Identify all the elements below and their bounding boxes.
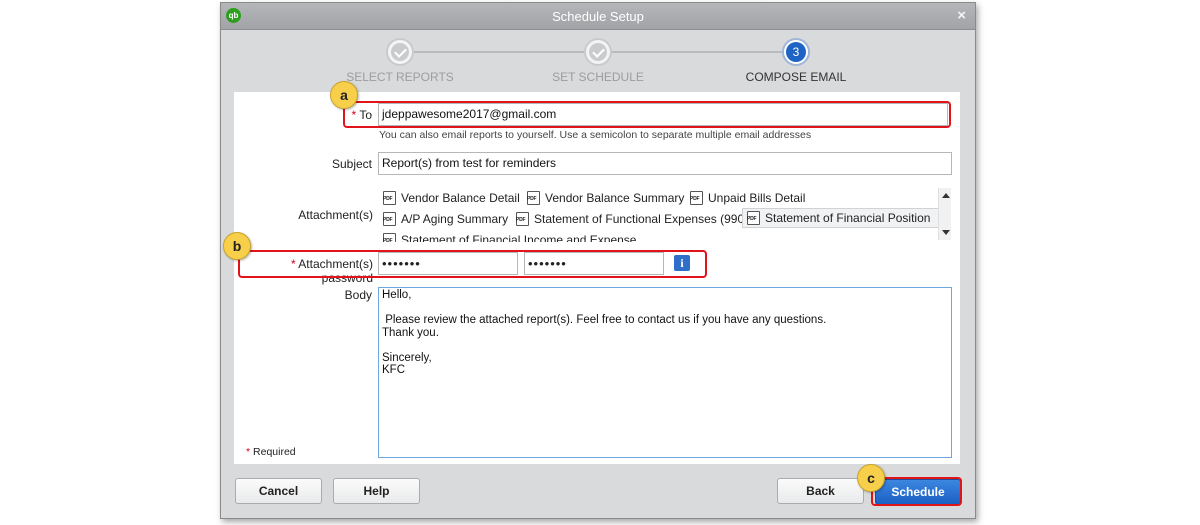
attachments-scrollbar[interactable]: [938, 188, 951, 240]
checkmark-icon: [391, 43, 409, 61]
title-bar: qb Schedule Setup ×: [221, 3, 975, 30]
attachment-item[interactable]: Statement of Financial Income and Expens…: [383, 233, 636, 242]
step-number: 3: [786, 42, 806, 62]
callout-badge-c: c: [857, 464, 885, 492]
step-3-indicator: 3: [782, 38, 810, 66]
attachment-item[interactable]: Vendor Balance Detail: [383, 191, 520, 205]
step-connector: [414, 51, 584, 53]
help-button[interactable]: Help: [333, 478, 420, 504]
pdf-icon: [383, 212, 396, 226]
subject-label: Subject: [331, 157, 372, 171]
callout-badge-a: a: [330, 81, 358, 109]
body-label: Body: [344, 288, 372, 302]
window-title: Schedule Setup: [552, 9, 644, 24]
pdf-icon: [516, 212, 529, 226]
attachments-label: Attachment(s): [298, 208, 373, 222]
to-hint-text: You can also email reports to yourself. …: [379, 129, 812, 141]
step-2-indicator: [584, 38, 612, 66]
close-icon[interactable]: ×: [957, 7, 966, 24]
pdf-icon: [383, 233, 396, 242]
attachment-item[interactable]: Unpaid Bills Detail: [690, 191, 805, 205]
cancel-button[interactable]: Cancel: [235, 478, 322, 504]
callout-highlight-b: [238, 250, 707, 278]
pdf-icon: [527, 191, 540, 205]
step-label-compose-email: COMPOSE EMAIL: [745, 70, 847, 84]
step-1-indicator: [386, 38, 414, 66]
step-connector: [612, 51, 782, 53]
back-button[interactable]: Back: [777, 478, 864, 504]
attachment-item[interactable]: A/P Aging Summary: [383, 212, 508, 226]
scroll-down-arrow-icon[interactable]: [942, 230, 950, 235]
subject-input[interactable]: Report(s) from test for reminders: [378, 152, 952, 175]
scroll-up-arrow-icon[interactable]: [942, 193, 950, 198]
attachment-item[interactable]: Vendor Balance Summary: [527, 191, 684, 205]
attachment-item[interactable]: Statement of Functional Expenses (990): [516, 212, 748, 226]
callout-highlight-a: [343, 101, 951, 128]
callout-badge-b: b: [223, 232, 251, 260]
checkmark-icon: [589, 43, 607, 61]
pdf-icon: [747, 211, 760, 225]
attachments-list[interactable]: Vendor Balance Detail Vendor Balance Sum…: [378, 186, 952, 242]
pdf-icon: [383, 191, 396, 205]
step-label-set-schedule: SET SCHEDULE: [552, 70, 644, 84]
required-note: * Required: [246, 446, 296, 458]
email-body-textarea[interactable]: Hello, Please review the attached report…: [378, 287, 952, 458]
attachment-item-selected[interactable]: Statement of Financial Position: [742, 208, 946, 228]
pdf-icon: [690, 191, 703, 205]
callout-highlight-c: [871, 477, 962, 506]
